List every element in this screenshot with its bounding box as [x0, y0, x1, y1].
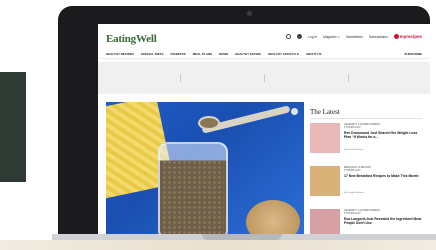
latest-headline[interactable]: Eva Longoria Just Revealed the Ingredien…	[344, 217, 424, 225]
laptop: EatingWell Log in Magazine ∨ Newsletters…	[52, 6, 436, 250]
hero-image[interactable]	[106, 102, 304, 238]
latest-divider	[310, 118, 422, 119]
latest-category: CELEBRITY & ENTERTAINMENT 5 HOURS AGO	[344, 123, 381, 129]
latest-category: BREAKFAST & BRUNCH 5 HOURS AGO	[344, 166, 372, 172]
latest-time: 5 HOURS AGO	[344, 126, 361, 129]
latest-thumb	[310, 123, 340, 153]
myrecipes-logo-icon	[393, 34, 399, 39]
latest-time: 5 HOURS AGO	[344, 169, 361, 172]
nav-item-healthy-eating[interactable]: HEALTHY EATING	[235, 52, 261, 56]
latest-byline: By Carolyn Malcoun	[344, 192, 364, 194]
wooden-lid	[246, 200, 300, 238]
latest-item[interactable]: BREAKFAST & BRUNCH 5 HOURS AGO 17 New Br…	[310, 166, 426, 208]
latest-thumb	[310, 166, 340, 196]
myrecipes-brand[interactable]: myrecipes	[393, 34, 422, 39]
nav-item-meal-plans[interactable]: MEAL PLANS	[193, 52, 212, 56]
latest-item[interactable]: CELEBRITY & ENTERTAINMENT 5 HOURS AGO Re…	[310, 123, 426, 165]
header-actions: Log in Magazine ∨ Newsletters Sweepstake…	[286, 34, 422, 39]
nav-item-diabetes[interactable]: DIABETES	[171, 52, 186, 56]
newsletters-link[interactable]: Newsletters	[346, 35, 363, 39]
nav-item-special-diets[interactable]: SPECIAL DIETS	[141, 52, 164, 56]
camera-icon	[247, 11, 252, 16]
magazine-link[interactable]: Magazine ∨	[323, 35, 340, 39]
latest-headline[interactable]: 17 New Breakfast Recipes to Make This Mo…	[344, 174, 424, 178]
latest-byline: By Danielle Hildreth	[344, 149, 364, 151]
myrecipes-label: myrecipes	[399, 34, 422, 39]
ad-banner	[98, 62, 430, 94]
search-icon[interactable]	[286, 34, 292, 39]
subscribe-link[interactable]: SUBSCRIBE	[404, 52, 422, 56]
latest-heading: The Latest	[310, 108, 340, 116]
latest-time: 5 HOURS AGO	[344, 212, 361, 215]
desk-surface	[0, 240, 436, 250]
browser-screen: EatingWell Log in Magazine ∨ Newsletters…	[98, 24, 430, 238]
spoon-bowl	[198, 116, 220, 130]
seed-texture	[162, 160, 224, 234]
nav-item-about-us[interactable]: ABOUT US	[306, 52, 322, 56]
sweepstakes-link[interactable]: Sweepstakes	[369, 35, 388, 39]
login-link[interactable]: Log in	[308, 35, 317, 39]
nav-item-news[interactable]: NEWS	[219, 52, 228, 56]
bookmark-icon[interactable]	[291, 108, 298, 115]
ad-divider	[348, 74, 349, 82]
nav-item-healthy-lifestyle[interactable]: HEALTHY LIFESTYLE	[268, 52, 299, 56]
latest-headline[interactable]: Ree Drummond Just Shared Her Weight Loss…	[344, 131, 424, 139]
background-dark-panel	[0, 72, 26, 182]
nav-item-healthy-recipes[interactable]: HEALTHY RECIPES	[106, 52, 134, 56]
site-logo[interactable]: EatingWell	[106, 33, 157, 45]
latest-category: CELEBRITY & ENTERTAINMENT 5 HOURS AGO	[344, 209, 381, 215]
ad-divider	[180, 74, 181, 82]
main-nav: HEALTHY RECIPES SPECIAL DIETS DIABETES M…	[98, 50, 430, 59]
user-icon[interactable]	[297, 34, 303, 39]
ad-divider	[264, 74, 265, 82]
